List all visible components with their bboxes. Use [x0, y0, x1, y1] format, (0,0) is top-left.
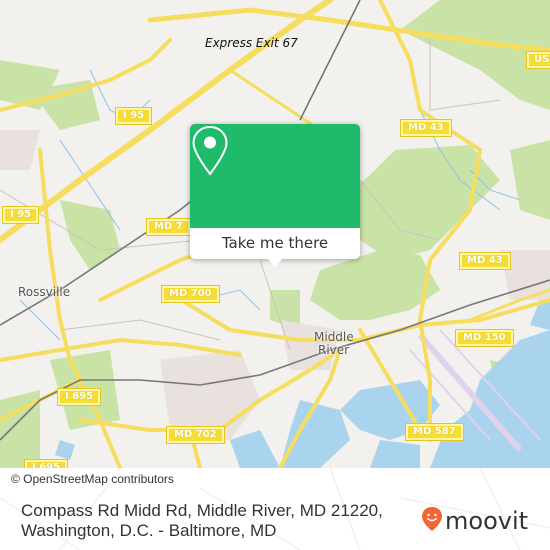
- shield-md-587: MD 587: [405, 423, 464, 441]
- moovit-smiley-pin-icon: [421, 506, 443, 536]
- shield-i-95-left: I 95: [1, 206, 40, 224]
- shield-md-700: MD 700: [161, 285, 220, 303]
- address-line-2: Washington, D.C. - Baltimore, MD: [21, 521, 277, 540]
- label-express-exit-67: Express Exit 67: [205, 36, 298, 50]
- address-text: Compass Rd Midd Rd, Middle River, MD 212…: [21, 501, 383, 541]
- map-view[interactable]: Express Exit 67 Rossville Middle River U…: [0, 0, 550, 468]
- shield-md-43-mid: MD 43: [459, 252, 511, 270]
- label-rossville: Rossville: [18, 285, 71, 299]
- take-me-there-popup[interactable]: Take me there: [190, 124, 360, 267]
- popup-header[interactable]: [190, 124, 360, 228]
- take-me-there-button[interactable]: Take me there: [190, 228, 360, 259]
- shield-md-43-top: MD 43: [400, 119, 452, 137]
- moovit-logo[interactable]: moovit: [421, 506, 528, 536]
- shield-i-95-top: I 95: [114, 107, 153, 125]
- map-attribution[interactable]: © OpenStreetMap contributors: [8, 471, 178, 487]
- label-middle-river-line2: River: [318, 343, 350, 357]
- shield-md-150: MD 150: [455, 329, 514, 347]
- shield-md-7: MD 7: [146, 218, 191, 236]
- shield-us-40: US 40: [526, 51, 550, 69]
- popup-pointer: [267, 258, 283, 267]
- shield-md-702: MD 702: [166, 426, 225, 444]
- address-line-1: Compass Rd Midd Rd, Middle River, MD 212…: [21, 501, 383, 520]
- shield-i-695-bottom: I 695: [23, 459, 69, 468]
- shield-i-695-mid: I 695: [56, 388, 102, 406]
- moovit-wordmark: moovit: [445, 507, 529, 535]
